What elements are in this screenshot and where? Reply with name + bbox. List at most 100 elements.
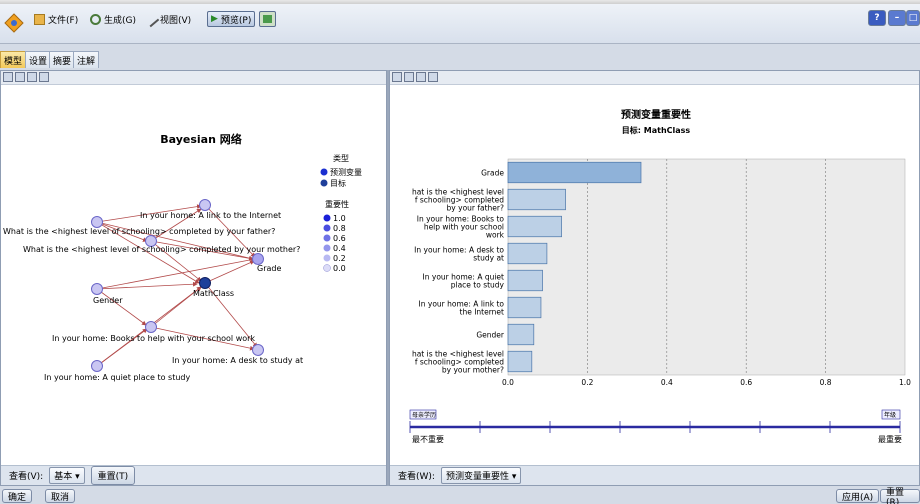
preview-button[interactable]: ▶ 预览(P)	[207, 11, 256, 27]
right-pane-tools	[390, 71, 919, 85]
bar[interactable]	[507, 215, 562, 238]
legend-predictor-marker	[320, 168, 328, 176]
left-view-value: 基本	[54, 472, 73, 482]
bar[interactable]	[507, 161, 642, 184]
print-icon[interactable]	[27, 72, 37, 82]
label-quiet: In your home: A quiet place to study	[44, 373, 191, 382]
label-mathclass: MathClass	[193, 289, 234, 298]
bar[interactable]	[507, 350, 533, 373]
legend-target-marker	[320, 179, 328, 187]
right-view-value: 预测变量重要性	[445, 472, 509, 482]
right-view-select[interactable]: 预测变量重要性 ▾	[440, 467, 522, 484]
left-view-label: 查看(V):	[9, 472, 44, 482]
node-desk[interactable]	[252, 344, 264, 356]
question-icon: ?	[874, 13, 880, 23]
importance-label-5: 0.2	[333, 254, 346, 263]
ok-button[interactable]: 确定	[2, 489, 33, 503]
left-view-select[interactable]: 基本 ▾	[49, 467, 85, 484]
tab-model[interactable]: 模型	[0, 51, 27, 68]
bar[interactable]	[507, 323, 535, 346]
file-menu[interactable]: 文件(F)	[34, 11, 78, 27]
importance-label-4: 0.4	[333, 244, 346, 253]
category-label: by your mother?	[442, 366, 504, 375]
view-menu[interactable]: 视图(V)	[143, 11, 191, 27]
app-logo-icon	[4, 12, 24, 36]
slider-left-label: 母亲学历	[412, 411, 436, 419]
network-pane: Bayesian 网络 In your home: A link to the …	[0, 70, 387, 486]
export-button[interactable]	[259, 11, 276, 27]
minimize-button[interactable]: –	[888, 10, 906, 26]
category-label: place to study	[451, 281, 505, 290]
cancel-button[interactable]: 取消	[45, 489, 76, 503]
copy-icon[interactable]	[392, 72, 402, 82]
legend-type-title: 类型	[333, 153, 349, 163]
bar[interactable]	[507, 296, 542, 319]
chevron-down-icon: ▾	[75, 472, 80, 482]
category-labels: Gradehat is the <highest levelf schoolin…	[412, 169, 505, 375]
importance-marker-5	[323, 254, 331, 262]
apply-button[interactable]: 应用(A)	[836, 489, 880, 503]
legend-importance-title: 重要性	[325, 199, 349, 209]
importance-slider[interactable]: 母亲学历 年级 最不重要 最重要	[409, 409, 902, 444]
generate-icon	[90, 13, 101, 25]
slider-max-text: 最重要	[878, 434, 902, 444]
right-footer: 查看(W): 预测变量重要性 ▾	[390, 465, 919, 485]
bar[interactable]	[507, 242, 548, 265]
node-books[interactable]	[145, 321, 157, 333]
network-title: Bayesian 网络	[160, 132, 242, 146]
dialog-buttons: 确定 取消 应用(A) 重置(R)	[0, 488, 920, 504]
importance-marker-1	[323, 214, 331, 222]
importance-marker-2	[323, 224, 331, 232]
legend-target: 目标	[330, 178, 346, 188]
label-desk: In your home: A desk to study at	[172, 356, 303, 365]
print-icon[interactable]	[416, 72, 426, 82]
node-quiet[interactable]	[91, 360, 103, 372]
tab-settings[interactable]: 设置	[25, 51, 52, 68]
node-internet[interactable]	[199, 199, 211, 211]
importance-marker-4	[323, 244, 331, 252]
category-label: the Internet	[460, 308, 505, 317]
network-graph: Bayesian 网络 In your home: A link to the …	[3, 132, 362, 382]
label-mother: What is the <highest level of schooling>…	[23, 245, 300, 254]
reset-view-button[interactable]: 重置(T)	[90, 466, 136, 485]
export-icon[interactable]	[428, 72, 438, 82]
category-label: by your father?	[447, 204, 504, 213]
x-tick-label: 1.0	[899, 378, 911, 387]
x-tick-label: 0.6	[740, 378, 752, 387]
tab-annotation[interactable]: 注解	[73, 51, 100, 68]
x-tick-label: 0.0	[502, 378, 514, 387]
toolbar: 文件(F) 生成(G) 视图(V) ▶ 预览(P) ? – □	[0, 4, 920, 44]
minimize-icon: –	[894, 13, 900, 23]
network-legend: 类型 预测变量 目标 重要性 1.0 0.8 0.6 0.4 0.2 0.0	[320, 153, 362, 273]
importance-chart: 预测变量重要性 目标: MathClass Gradehat is the <h…	[409, 108, 911, 444]
node-grade[interactable]	[252, 253, 264, 265]
help-button[interactable]: ?	[868, 10, 886, 26]
copy-icon[interactable]	[3, 72, 13, 82]
node-gender[interactable]	[91, 283, 103, 295]
node-mathclass[interactable]	[199, 277, 211, 289]
label-father: What is the <highest level of schooling>…	[3, 227, 275, 236]
node-father[interactable]	[91, 216, 103, 228]
maximize-button[interactable]: □	[906, 10, 920, 26]
importance-pane: 预测变量重要性 目标: MathClass Grade hat is the <h…	[389, 70, 920, 486]
bar[interactable]	[507, 269, 543, 292]
export-icon[interactable]	[39, 72, 49, 82]
plot-area	[507, 158, 906, 376]
bar[interactable]	[507, 188, 566, 211]
generate-menu[interactable]: 生成(G)	[90, 11, 136, 27]
play-icon: ▶	[211, 14, 218, 24]
label-grade: Grade	[257, 264, 281, 273]
maximize-icon: □	[908, 13, 918, 23]
label-books: In your home: Books to help with your sc…	[52, 334, 255, 343]
label-gender: Gender	[93, 296, 123, 305]
x-tick-label: 0.2	[581, 378, 593, 387]
importance-label-6: 0.0	[333, 264, 346, 273]
reset-button[interactable]: 重置(R)	[880, 488, 920, 504]
copy-data-icon[interactable]	[15, 72, 25, 82]
importance-label-1: 1.0	[333, 214, 346, 223]
export-icon	[263, 15, 272, 23]
copy-data-icon[interactable]	[404, 72, 414, 82]
x-tick-label: 0.8	[820, 378, 832, 387]
tab-summary[interactable]: 摘要	[49, 51, 76, 68]
category-label: Grade	[481, 169, 504, 178]
